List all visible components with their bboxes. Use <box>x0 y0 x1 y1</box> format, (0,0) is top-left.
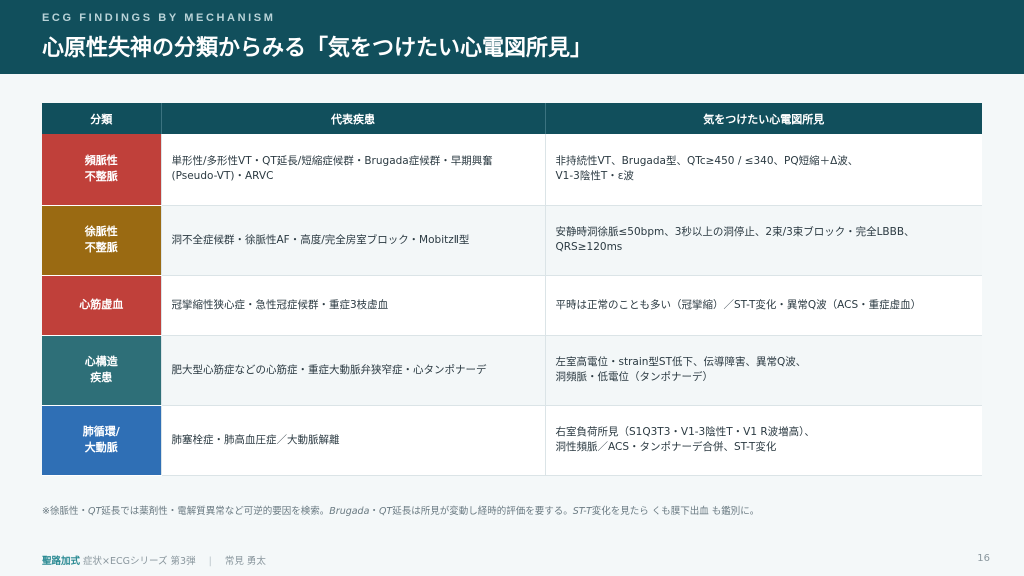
footnote-text: ※徐脈性・ <box>42 506 88 517</box>
cell-line: 不整脈 <box>84 170 118 184</box>
header-bar: ECG FINDINGS BY MECHANISM 心原性失神の分類からみる「気… <box>0 0 1024 74</box>
footnote-text: ・ <box>369 506 379 517</box>
footnote-term: Brugada <box>329 506 370 517</box>
findings-cell: 非持続性VT、Brugada型、QTc≥450 / ≤340、PQ短縮＋Δ波、 V… <box>545 134 982 206</box>
table-row: 肺循環/大動脈 肺塞栓症・肺高血圧症／大動脈解離 右室負荷所見（S1Q3T3・V1-… <box>42 405 982 476</box>
cell-line: 冠攣縮性狭心症・急性冠症候群・重症3枝虚血 <box>171 298 389 311</box>
findings-cell: 平時は正常のことも多い（冠攣縮）／ST-T変化・異常Q波（ACS・重症虚血） <box>545 275 982 336</box>
cell-line: 右室負荷所見（S1Q3T3・V1-3陰性T・V1 R波増高）、 <box>555 426 815 438</box>
cell-line: 徐脈性 <box>84 225 118 238</box>
footer-brand: 聖路加式 <box>42 556 81 567</box>
footnote: ※徐脈性・QT延長では薬剤性・電解質異常など可逆的要因を検索。Brugada・Q… <box>42 503 1002 517</box>
diseases-cell: 洞不全症候群・徐脈性AF・高度/完全房室ブロック・MobitzⅡ型 <box>161 205 546 276</box>
diseases-cell: 単形性/多形性VT・QT延長/短縮症候群・Brugada症候群・早期興奮 (Pse… <box>161 134 546 206</box>
cell-line: 頻脈性 <box>84 154 118 168</box>
page-number: 16 <box>977 553 990 564</box>
cell-line: 肥大型心筋症などの心筋症・重症大動脈弁狭窄症・心タンポナーデ <box>171 363 487 376</box>
findings-cell: 右室負荷所見（S1Q3T3・V1-3陰性T・V1 R波増高）、 洞性頻脈／ACS・… <box>545 405 982 476</box>
footnote-text: 延長では薬剤性・電解質異常など可逆的要因を検索。 <box>101 506 330 517</box>
cell-line: 肺循環/ <box>82 425 120 438</box>
column-header-diseases: 代表疾患 <box>161 103 546 134</box>
column-header-category: 分類 <box>42 103 162 134</box>
cell-line: 単形性/多形性VT・QT延長/短縮症候群・Brugada症候群・早期興奮 <box>171 155 493 168</box>
footnote-text: 延長は所見が変動し経時的評価を要する。 <box>392 506 573 517</box>
footnote-term: ST-T <box>572 506 592 517</box>
cell-line: 大動脈 <box>84 441 118 454</box>
footnote-term: QT <box>87 506 102 517</box>
cell-line: V1-3陰性T・ε波 <box>555 170 634 183</box>
table-header-row: 分類 代表疾患 気をつけたい心電図所見 <box>42 103 982 134</box>
footnote-text: 変化を見たら くも膜下出血 も鑑別に。 <box>591 506 760 517</box>
footer-series: 症状×ECGシリーズ 第3弾 <box>83 556 196 567</box>
diseases-cell: 肥大型心筋症などの心筋症・重症大動脈弁狭窄症・心タンポナーデ <box>161 335 546 406</box>
cell-line: 左室高電位・strain型ST低下、伝導障害、異常Q波、 <box>555 356 807 368</box>
table-row: 頻脈性 不整脈 単形性/多形性VT・QT延長/短縮症候群・Brugada症候群・早期… <box>42 134 982 206</box>
cell-line: 洞頻脈・低電位（タンポナーデ） <box>555 371 714 383</box>
footnote-term: QT <box>378 506 393 517</box>
page-title: 心原性失神の分類からみる「気をつけたい心電図所見」 <box>42 36 593 61</box>
cell-line: 心筋虚血 <box>79 298 124 311</box>
cell-line: 不整脈 <box>84 241 118 254</box>
findings-table: 分類 代表疾患 気をつけたい心電図所見 頻脈性 不整脈 単形性/多形性VT・QT延長… <box>42 103 982 476</box>
cell-line: 洞性頻脈／ACS・タンポナーデ合併、ST-T変化 <box>555 441 777 453</box>
cell-line: 安静時洞徐脈≤50bpm、3秒以上の洞停止、2束/3束ブロック・完全LBBB、 <box>555 226 915 238</box>
column-header-findings: 気をつけたい心電図所見 <box>545 103 982 134</box>
table-row: 徐脈性 不整脈 洞不全症候群・徐脈性AF・高度/完全房室ブロック・MobitzⅡ型安… <box>42 205 982 276</box>
cell-line: 平時は正常のことも多い（冠攣縮）／ST-T変化・異常Q波（ACS・重症虚血） <box>555 298 922 311</box>
eyebrow-label: ECG FINDINGS BY MECHANISM <box>42 12 276 24</box>
category-cell: 肺循環/大動脈 <box>42 405 162 476</box>
findings-cell: 安静時洞徐脈≤50bpm、3秒以上の洞停止、2束/3束ブロック・完全LBBB、 Q… <box>545 205 982 276</box>
footer-author: 常見 勇太 <box>224 556 266 567</box>
diseases-cell: 冠攣縮性狭心症・急性冠症候群・重症3枝虚血 <box>161 275 546 336</box>
category-cell: 頻脈性 不整脈 <box>42 134 162 206</box>
cell-line: 非持続性VT、Brugada型、QTc≥450 / ≤340、PQ短縮＋Δ波、 <box>555 155 859 168</box>
cell-line: 洞不全症候群・徐脈性AF・高度/完全房室ブロック・MobitzⅡ型 <box>171 233 470 246</box>
cell-line: (Pseudo-VT)・ARVC <box>171 170 274 183</box>
footer-divider: | <box>208 556 212 567</box>
findings-cell: 左室高電位・strain型ST低下、伝導障害、異常Q波、 洞頻脈・低電位（タンポナ… <box>545 335 982 406</box>
table-row: 心構造 疾患 肥大型心筋症などの心筋症・重症大動脈弁狭窄症・心タンポナーデ 左室高電位… <box>42 335 982 406</box>
cell-line: 肺塞栓症・肺高血圧症／大動脈解離 <box>171 433 340 446</box>
cell-line: 疾患 <box>90 371 113 384</box>
category-cell: 徐脈性 不整脈 <box>42 205 162 276</box>
category-cell: 心筋虚血 <box>42 275 162 336</box>
cell-line: 心構造 <box>84 355 118 368</box>
table-row: 心筋虚血 冠攣縮性狭心症・急性冠症候群・重症3枝虚血 平時は正常のことも多い（冠攣縮… <box>42 275 982 336</box>
category-cell: 心構造 疾患 <box>42 335 162 406</box>
footer: 聖路加式 症状×ECGシリーズ 第3弾 | 常見 勇太 <box>42 553 266 567</box>
diseases-cell: 肺塞栓症・肺高血圧症／大動脈解離 <box>161 405 546 476</box>
cell-line: QRS≥120ms <box>555 241 623 253</box>
